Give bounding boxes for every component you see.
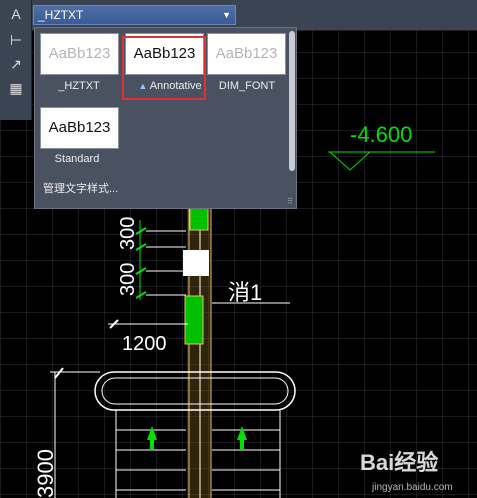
leader-icon[interactable]: ↗: [6, 54, 26, 74]
room-label: 消1: [228, 280, 262, 305]
watermark-brand: Bai经验: [360, 450, 438, 475]
style-tile-standard[interactable]: AaBb123: [40, 107, 119, 149]
wall-strip: [187, 205, 211, 498]
dim-300-b: 300: [117, 263, 139, 296]
dimension-icon[interactable]: ⊢: [6, 30, 26, 50]
style-caption-dim-font: DIM_FONT: [218, 80, 276, 92]
dim-300-a: 300: [117, 217, 139, 250]
style-caption-hztxt: _HZTXT: [58, 80, 100, 92]
style-tile-dim-font[interactable]: AaBb123: [207, 33, 286, 75]
gallery-scrollbar[interactable]: [289, 31, 295, 171]
green-block-mid: [184, 295, 204, 345]
selection-highlight: [122, 36, 206, 100]
chevron-down-icon[interactable]: ▼: [222, 6, 231, 24]
text-style-combo[interactable]: _HZTXT ▼: [33, 5, 236, 25]
green-block-top: [189, 207, 209, 231]
manage-text-styles-link[interactable]: 管理文字样式...: [43, 180, 118, 196]
dim-3900: 3900: [33, 449, 58, 498]
style-caption-standard: Standard: [54, 153, 100, 165]
annotation-toolbar: A ⊢ ↗ ▦: [0, 0, 32, 120]
style-tile-hztxt[interactable]: AaBb123: [40, 33, 119, 75]
text-style-icon[interactable]: A: [6, 4, 26, 24]
text-style-combo-value: _HZTXT: [38, 8, 84, 22]
elevation-label: -4.600: [350, 122, 412, 147]
dim-1200: 1200: [122, 333, 167, 355]
watermark-url: jingyan.baidu.com: [371, 482, 453, 493]
table-icon[interactable]: ▦: [6, 78, 26, 98]
white-square: [183, 250, 209, 276]
text-style-gallery: AaBb123 _HZTXT AaBb123 ▲ Annotative AaBb…: [34, 27, 297, 209]
resize-grip-icon[interactable]: ⠿: [287, 197, 293, 206]
